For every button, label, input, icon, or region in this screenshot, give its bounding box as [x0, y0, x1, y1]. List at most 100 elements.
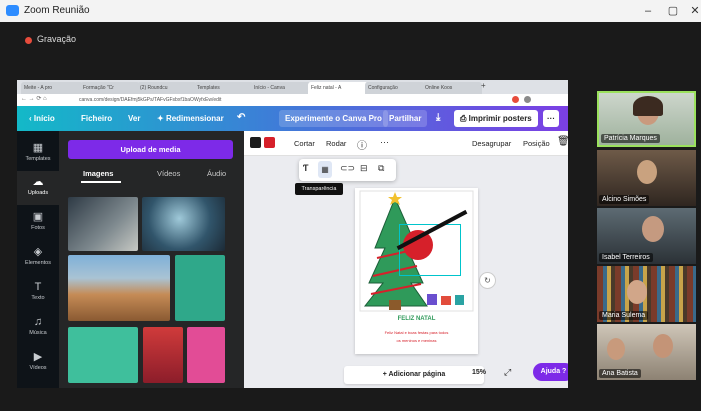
participant-face: [637, 160, 657, 184]
try-pro-button[interactable]: Experimente o Canva Pro: [279, 110, 388, 127]
home-label: Início: [33, 114, 55, 123]
rail-videos[interactable]: ▶ Vídeos: [17, 346, 59, 380]
participant-name: Patrícia Marques: [601, 134, 660, 143]
print-posters-button[interactable]: ⎙ Imprimir posters: [454, 110, 538, 127]
file-menu[interactable]: Ficheiro: [81, 114, 112, 123]
new-tab-button[interactable]: +: [481, 81, 486, 90]
design-heading[interactable]: FELIZ NATAL: [355, 316, 478, 322]
help-button[interactable]: Ajuda ?: [533, 363, 568, 381]
rail-label: Música: [29, 330, 47, 336]
fullscreen-icon[interactable]: ⤢: [504, 367, 511, 378]
participant-video[interactable]: Isabel Terreiros: [597, 208, 696, 264]
participant-face: [607, 338, 625, 360]
design-text-line[interactable]: Feliz Natal e boas festas para todos: [355, 330, 478, 335]
participant-face: [642, 216, 664, 242]
rail-templates[interactable]: ▦ Templates: [17, 137, 59, 171]
position-button[interactable]: Posição: [523, 139, 550, 148]
flip-button[interactable]: Rodar: [326, 139, 346, 148]
browser-tab[interactable]: Templates: [194, 82, 254, 94]
participant-name: Ana Batista: [599, 369, 641, 378]
design-text-line[interactable]: os meninos e meninas: [355, 338, 478, 343]
participant-face: [653, 334, 673, 358]
zoom-logo-icon: [6, 5, 19, 16]
trash-icon[interactable]: 🗑: [557, 136, 568, 147]
canva-header: ‹ Início Ficheiro Ver ✦ Redimensionar ↶ …: [17, 106, 568, 131]
link-icon[interactable]: ⊂⊃: [340, 163, 355, 174]
elements-icon: ◈: [33, 246, 43, 258]
participant-name: Isabel Terreiros: [599, 253, 653, 262]
view-menu[interactable]: Ver: [128, 114, 140, 123]
crop-button[interactable]: Cortar: [294, 139, 315, 148]
duplicate-icon[interactable]: ⧉: [378, 163, 384, 174]
participant-video[interactable]: Maria Sulema: [597, 266, 696, 322]
upload-media-button[interactable]: Upload de media: [68, 140, 233, 159]
minimize-button[interactable]: –: [637, 3, 659, 19]
tab-audio[interactable]: Áudio: [207, 169, 226, 178]
templates-icon: ▦: [32, 142, 44, 154]
color-swatch-black[interactable]: [250, 137, 261, 148]
tab-images[interactable]: Imagens: [83, 169, 113, 178]
extension-icon[interactable]: [512, 96, 519, 103]
nav-arrows-icon[interactable]: ← → ⟳ ⌂: [21, 95, 47, 102]
browser-tab[interactable]: Início - Canva: [251, 82, 311, 94]
browser-tab[interactable]: Meite - A pro: [21, 82, 83, 94]
lock-icon[interactable]: ⊟: [360, 163, 368, 174]
browser-tab[interactable]: Online Koos: [422, 82, 482, 94]
more-icon[interactable]: ···: [380, 137, 389, 147]
browser-tab[interactable]: (2) Roundcu: [137, 82, 197, 94]
info-icon[interactable]: ⓘ: [357, 137, 367, 152]
rail-elements[interactable]: ◈ Elementos: [17, 241, 59, 275]
design-page[interactable]: FELIZ NATAL Feliz Natal e boas festas pa…: [355, 188, 478, 354]
participant-video[interactable]: Ana Batista: [597, 324, 696, 380]
participant-hair: [633, 96, 663, 116]
rotate-handle-icon[interactable]: ↻: [479, 272, 496, 289]
undo-icon[interactable]: ↶: [237, 112, 245, 123]
home-button[interactable]: ‹ Início: [29, 114, 55, 123]
participant-video[interactable]: Alcino Simões: [597, 150, 696, 206]
add-page-button[interactable]: + Adicionar página: [344, 366, 484, 384]
music-icon: ♫: [33, 316, 43, 328]
uploaded-image[interactable]: [187, 327, 225, 383]
element-toolbar-popover: Ƭ ▦ ⊂⊃ ⊟ ⧉: [299, 159, 396, 181]
browser-tab[interactable]: Configuração: [365, 82, 425, 94]
active-tab-indicator: [81, 181, 121, 183]
browser-tab-active[interactable]: Feliz natal - A: [308, 82, 368, 94]
uploaded-image[interactable]: [142, 197, 225, 251]
rail-music[interactable]: ♫ Música: [17, 311, 59, 345]
uploaded-image[interactable]: [68, 327, 138, 383]
uploaded-image[interactable]: [143, 327, 183, 383]
participant-name: Maria Sulema: [599, 311, 649, 320]
recording-dot-icon: [25, 37, 32, 44]
recording-bar: Gravação: [0, 22, 701, 62]
restore-button[interactable]: ▢: [662, 3, 684, 19]
transparency-tooltip: Transparência: [295, 183, 343, 195]
browser-tab[interactable]: Formação "Cr: [80, 82, 140, 94]
rail-photos[interactable]: ▣ Fotos: [17, 206, 59, 240]
ungroup-button[interactable]: Desagrupar: [472, 139, 511, 148]
uploaded-image[interactable]: [68, 197, 138, 251]
more-options-button[interactable]: ···: [543, 110, 559, 127]
uploads-icon: ☁: [32, 176, 44, 188]
zoom-level[interactable]: 15%: [472, 369, 486, 376]
rail-uploads[interactable]: ☁ Uploads: [17, 171, 59, 205]
download-icon[interactable]: ⤓: [436, 112, 440, 123]
zoom-title-bar: Zoom Reunião – ▢ ✕: [0, 0, 701, 23]
participant-video[interactable]: Patrícia Marques: [597, 91, 696, 147]
share-button[interactable]: Partilhar: [383, 110, 428, 127]
color-swatch-red[interactable]: [264, 137, 275, 148]
resize-button[interactable]: ✦ Redimensionar: [157, 114, 224, 123]
url-field[interactable]: canva.com/design/DAEfmj5kGPs/TAFvGFsbxf1…: [79, 97, 221, 103]
tab-videos[interactable]: Vídeos: [157, 169, 180, 178]
rail-label: Templates: [25, 156, 51, 162]
recording-label: Gravação: [37, 34, 77, 44]
transparency-icon[interactable]: ▦: [318, 161, 332, 178]
profile-avatar[interactable]: [524, 96, 531, 103]
uploaded-image[interactable]: [175, 255, 225, 321]
print-label: Imprimir posters: [468, 114, 532, 123]
text-style-icon[interactable]: Ƭ: [303, 163, 309, 173]
close-button[interactable]: ✕: [684, 3, 701, 19]
shared-screen-browser: Meite - A pro Formação "Cr (2) Roundcu T…: [17, 80, 568, 388]
participant-name: Alcino Simões: [599, 195, 650, 204]
rail-text[interactable]: T Texto: [17, 276, 59, 310]
uploaded-image[interactable]: [68, 255, 170, 321]
